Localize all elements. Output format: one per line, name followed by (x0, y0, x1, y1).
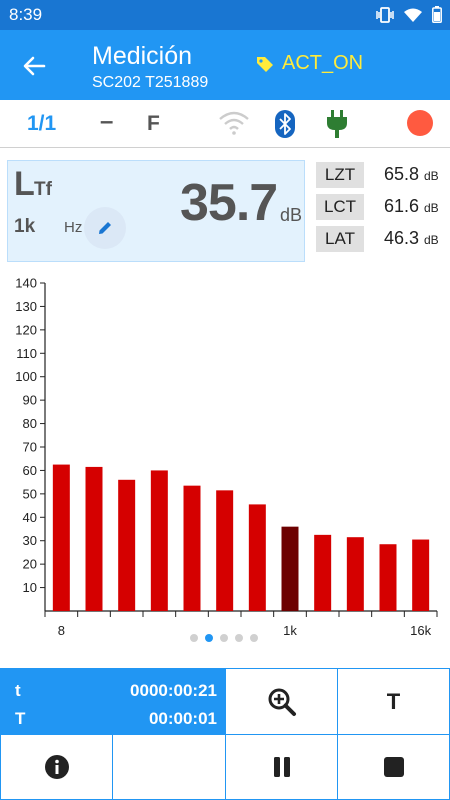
pause-icon (273, 757, 290, 777)
info-button[interactable] (0, 734, 113, 800)
page-dot[interactable] (250, 634, 258, 642)
bar-4k (346, 537, 364, 611)
side-value: 61.6 (384, 196, 420, 216)
zoom-button[interactable] (225, 668, 338, 735)
side-unit: dB (424, 169, 439, 183)
bar-16k (412, 539, 430, 611)
side-row-lat[interactable]: LAT 46.3 dB (316, 226, 446, 252)
status-bar: 8:39 (0, 0, 450, 30)
bar-31.5 (118, 479, 136, 611)
status-icons (376, 6, 442, 23)
measurement-page-count: 1/1 (27, 112, 57, 135)
side-label: LAT (316, 226, 364, 252)
page-dot[interactable] (235, 634, 243, 642)
x-tick-label: 8 (58, 623, 65, 638)
timer-panel: t 0000:00:21 T 00:00:01 (0, 668, 226, 735)
parameter-subscript: Tf (34, 179, 52, 200)
y-tick-label: 120 (15, 322, 37, 337)
y-tick-label: 130 (15, 299, 37, 314)
side-row-lct[interactable]: LCT 61.6 dB (316, 194, 446, 220)
y-tick-label: 50 (23, 486, 37, 501)
elapsed-label: t (15, 681, 21, 700)
app-bar: Medición SC202 T251889 ACT_ON (0, 30, 450, 100)
side-unit: dB (424, 233, 439, 247)
wifi-icon (219, 111, 249, 135)
side-value: 65.8 (384, 164, 420, 184)
y-tick-label: 90 (23, 393, 37, 408)
battery-icon (432, 6, 442, 23)
bar-8k (379, 544, 397, 611)
band-frequency-unit: Hz (64, 219, 83, 236)
interval-t-button[interactable]: T (337, 668, 450, 735)
y-tick-label: 30 (23, 533, 37, 548)
interval-label: T (15, 709, 26, 728)
bottom-controls: t 0000:00:21 T 00:00:01 T (0, 668, 450, 800)
interval-value: 00:00:01 (148, 709, 217, 728)
bar-2k (314, 534, 332, 611)
y-tick-label: 110 (16, 346, 37, 361)
bar-500 (248, 504, 266, 611)
page-subtitle: SC202 T251889 (92, 74, 209, 91)
pause-button[interactable] (225, 734, 338, 800)
page-dot[interactable] (190, 634, 198, 642)
bar-125 (183, 485, 201, 611)
side-unit: dB (424, 201, 439, 215)
weighting-label: F (147, 112, 160, 135)
page-indicator (190, 634, 258, 642)
y-tick-label: 140 (15, 276, 37, 291)
info-icon (44, 755, 69, 779)
tag-icon[interactable] (256, 55, 274, 73)
main-level-value: 35.7 (180, 174, 278, 232)
time-weighting-separator: – (100, 108, 114, 135)
bar-250 (216, 490, 234, 611)
empty-button[interactable] (112, 734, 226, 800)
y-tick-label: 10 (23, 580, 37, 595)
edit-parameter-button[interactable] (84, 207, 126, 249)
y-tick-label: 100 (15, 369, 37, 384)
parameter-letter: L (14, 165, 35, 203)
wifi-status-icon (404, 8, 422, 22)
band-frequency: 1k (14, 216, 36, 237)
page-dot[interactable] (205, 634, 213, 642)
stop-icon (383, 757, 404, 777)
bar-16 (85, 466, 103, 611)
elapsed-value: 0000:00:21 (130, 681, 217, 700)
record-indicator-icon[interactable] (407, 110, 433, 136)
page-dot[interactable] (220, 634, 228, 642)
bluetooth-icon (275, 110, 295, 138)
bar-8 (52, 464, 70, 611)
x-tick-label: 1k (283, 623, 297, 638)
bar-1k (281, 526, 299, 611)
y-tick-label: 60 (23, 463, 37, 478)
side-row-lzt[interactable]: LZT 65.8 dB (316, 162, 446, 188)
main-measurement-panel[interactable]: L Tf 1k Hz 35.7 dB (7, 160, 305, 262)
bar-63 (150, 470, 168, 611)
power-plug-icon (327, 110, 347, 138)
side-label: LCT (316, 194, 364, 220)
zoom-in-icon (268, 688, 296, 716)
info-bar: 1/1 – F (0, 100, 450, 148)
y-tick-label: 40 (23, 510, 37, 525)
x-tick-label: 16k (410, 623, 431, 638)
back-arrow-icon[interactable] (20, 52, 48, 80)
octave-band-chart[interactable]: 10 20 30 40 50 60 70 80 90 100 110 120 130 140 8 1k 16k (0, 270, 450, 642)
stop-button[interactable] (337, 734, 450, 800)
side-value: 46.3 (384, 228, 420, 248)
tag-label[interactable]: ACT_ON (282, 52, 363, 75)
y-tick-label: 20 (23, 557, 37, 572)
y-tick-label: 70 (23, 440, 37, 455)
pencil-icon (99, 222, 111, 234)
status-time: 8:39 (9, 5, 43, 24)
page-title: Medición (92, 42, 193, 70)
main-level-unit: dB (280, 205, 303, 225)
y-tick-label: 80 (23, 416, 37, 431)
side-label: LZT (316, 162, 364, 188)
vibrate-icon (376, 6, 394, 23)
